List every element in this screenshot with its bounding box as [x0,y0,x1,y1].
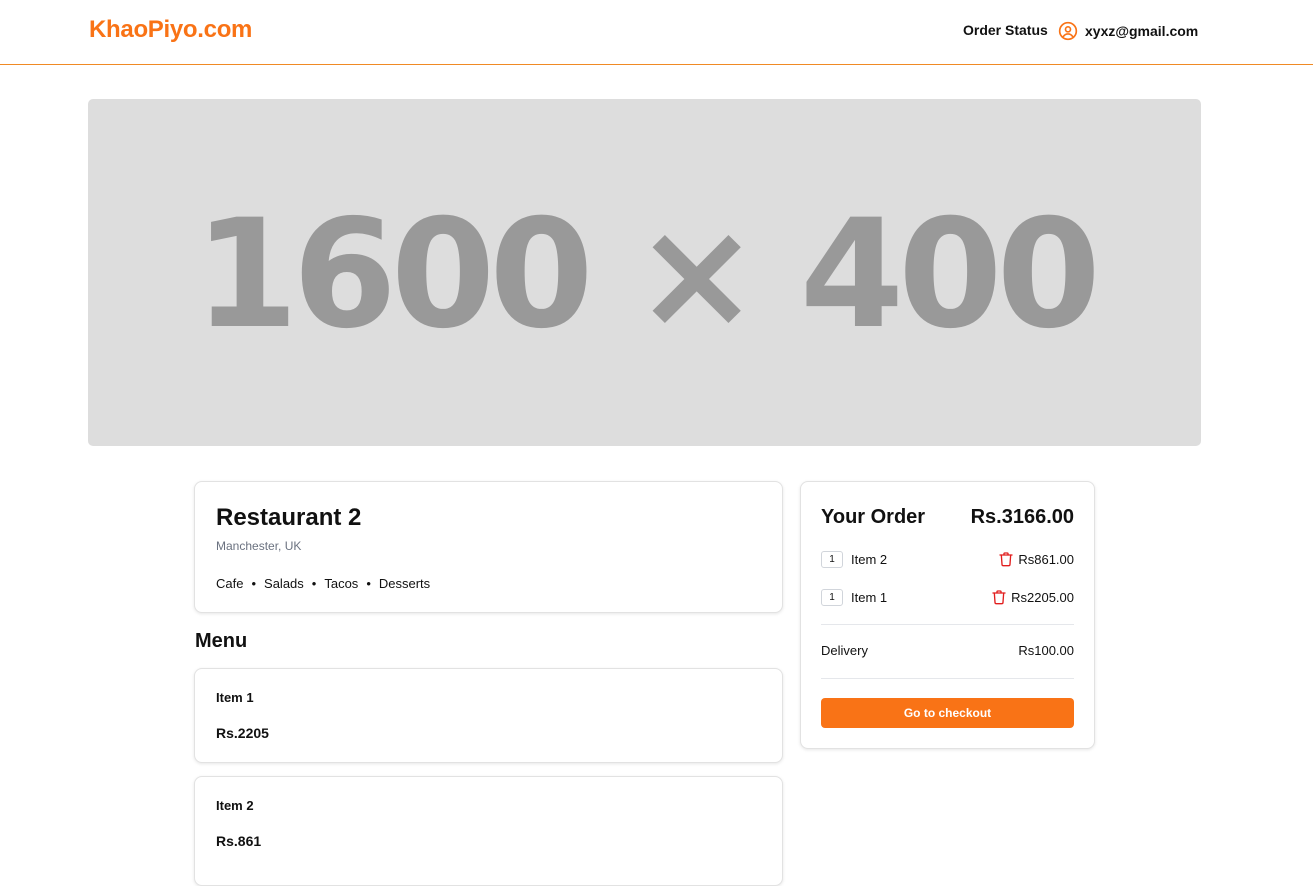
user-menu[interactable]: xyxz@gmail.com [1058,19,1198,43]
menu-item-name: Item 1 [216,690,254,705]
menu-item-name: Item 2 [216,798,254,813]
site-header: KhaoPiyo.com Order Status xyxz@gmail.com [0,0,1313,65]
order-item-name: Item 2 [851,551,888,567]
order-total: Rs.3166.00 [970,506,1074,528]
cuisine-tag: Desserts [378,576,431,591]
restaurant-location: Manchester, UK [216,539,302,553]
order-item-name: Item 1 [851,589,888,605]
restaurant-name: Restaurant 2 [216,504,362,531]
order-item-price: Rs2205.00 [1011,589,1074,605]
quantity-badge: 1 [821,550,843,568]
cuisine-separator: • [251,576,257,591]
menu-item-price: Rs.861 [216,833,262,849]
quantity-badge: 1 [821,588,843,606]
order-line-item: 1 Item 2 Rs861.00 [821,549,1074,569]
site-logo[interactable]: KhaoPiyo.com [89,16,252,44]
order-line-right: Rs861.00 [998,551,1074,567]
menu-item-price: Rs.2205 [216,725,269,741]
cuisine-separator: • [311,576,317,591]
trash-icon[interactable] [991,589,1007,605]
user-email: xyxz@gmail.com [1085,23,1199,39]
hero-placeholder-text: 1600 × 400 [194,187,1101,362]
delivery-price: Rs100.00 [1018,643,1074,658]
cuisine-separator: • [366,576,371,591]
order-status-link[interactable]: Order Status [963,22,1048,38]
restaurant-hero-image: 1600 × 400 [88,99,1201,446]
cuisine-tag: Salads [264,576,304,591]
cuisine-tag: Tacos [324,576,359,591]
checkout-button[interactable]: Go to checkout [821,698,1074,728]
order-summary-card: Your Order Rs.3166.00 1 Item 2 Rs861.00 … [800,481,1095,749]
menu-item-card[interactable]: Item 1 Rs.2205 [194,668,783,763]
menu-item-card[interactable]: Item 2 Rs.861 [194,776,783,886]
delivery-label: Delivery [821,643,868,658]
trash-icon[interactable] [998,551,1014,567]
order-line-right: Rs2205.00 [991,589,1074,605]
cuisine-list: Cafe • Salads • Tacos • Desserts [216,576,430,591]
order-line-item: 1 Item 1 Rs2205.00 [821,587,1074,607]
restaurant-info-card: Restaurant 2 Manchester, UK Cafe • Salad… [194,481,783,613]
menu-heading: Menu [195,630,248,652]
order-item-price: Rs861.00 [1018,551,1074,567]
order-title: Your Order [821,506,926,528]
divider [821,624,1074,625]
delivery-row: Delivery Rs100.00 [821,643,1074,658]
user-circle-icon [1058,21,1078,41]
cuisine-tag: Cafe [216,576,244,591]
divider [821,678,1074,679]
